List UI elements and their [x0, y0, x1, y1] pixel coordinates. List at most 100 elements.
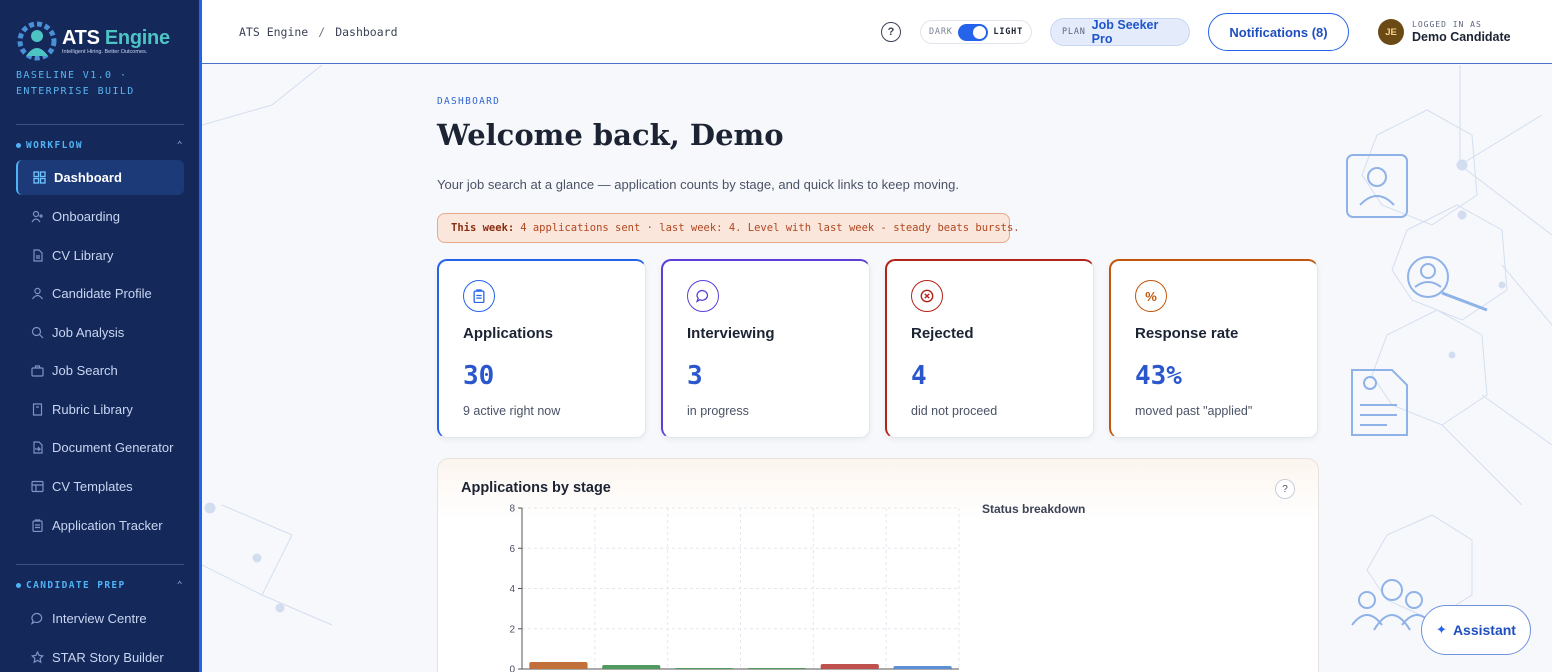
sidebar-item-star-story-builder[interactable]: STAR Story Builder: [16, 640, 184, 672]
section-workflow[interactable]: WORKFLOW ⌃: [16, 140, 184, 151]
chart-ytick-label: 0: [509, 665, 515, 672]
help-icon[interactable]: ?: [881, 22, 901, 42]
stat-value: 43%: [1135, 361, 1182, 391]
plan-badge[interactable]: PLAN Job Seeker Pro: [1050, 18, 1190, 46]
breadcrumb-root[interactable]: ATS Engine: [239, 25, 308, 39]
stat-card-applications[interactable]: Applications 30 9 active right now: [437, 259, 646, 438]
brand-logo[interactable]: ATS Engine Intelligent Hiring. Better Ou…: [16, 20, 170, 62]
sparkle-icon: ✦: [1436, 622, 1447, 637]
page-title: Welcome back, Demo: [437, 118, 784, 152]
assistant-label: Assistant: [1452, 622, 1516, 638]
sidebar-item-label: STAR Story Builder: [52, 650, 164, 665]
user-name: Demo Candidate: [1412, 30, 1511, 44]
sidebar-item-onboarding[interactable]: Onboarding: [16, 199, 184, 234]
user-icon: [30, 287, 44, 301]
chart-bar: [820, 663, 879, 669]
sidebar: ATS Engine Intelligent Hiring. Better Ou…: [0, 0, 202, 672]
panel-title: Applications by stage: [461, 480, 611, 496]
chevron-up-icon[interactable]: ⌃: [177, 140, 184, 151]
sidebar-item-label: Onboarding: [52, 209, 120, 224]
stat-title: Applications: [463, 325, 554, 342]
user-caption: LOGGED IN AS: [1412, 20, 1482, 29]
status-breakdown-title: Status breakdown: [982, 502, 1086, 516]
weekly-summary-banner: This week: 4 applications sent · last wee…: [437, 213, 1020, 243]
breadcrumb-separator: /: [318, 25, 326, 39]
chart-bar: [674, 667, 734, 669]
section-candidate-prep[interactable]: CANDIDATE PREP ⌃: [16, 580, 184, 591]
sidebar-item-cv-templates[interactable]: CV Templates: [16, 469, 184, 504]
help-icon[interactable]: ?: [1275, 479, 1295, 499]
star-icon: [30, 651, 44, 665]
assistant-button[interactable]: ✦ Assistant: [1421, 605, 1531, 655]
sidebar-item-rubric-library[interactable]: Rubric Library: [16, 392, 184, 427]
stat-value: 3: [687, 361, 703, 391]
template-icon: [30, 480, 44, 494]
top-header: ATS Engine / Dashboard ? DARK LIGHT PLAN J…: [202, 0, 1552, 64]
stat-subtitle: did not proceed: [911, 404, 998, 418]
sidebar-item-label: CV Library: [52, 248, 114, 263]
sidebar-item-interview-centre[interactable]: Interview Centre: [16, 601, 184, 636]
file-icon: [30, 249, 44, 263]
stat-title: Interviewing: [687, 325, 775, 342]
sidebar-item-label: Interview Centre: [52, 611, 147, 626]
stat-card-response-rate[interactable]: % Response rate 43% moved past "applied": [1109, 259, 1318, 438]
sidebar-item-label: Document Generator: [52, 440, 174, 455]
gear-person-icon: [17, 21, 57, 61]
search-icon: [30, 326, 44, 340]
clipboard-icon: [463, 280, 495, 312]
section-dot: [16, 143, 21, 148]
stat-subtitle: 9 active right now: [463, 404, 561, 418]
briefcase-icon: [30, 364, 44, 378]
avatar: JE: [1378, 19, 1404, 45]
sidebar-item-application-tracker[interactable]: Application Tracker: [16, 508, 184, 543]
plan-label: PLAN: [1062, 27, 1086, 37]
theme-dark-label: DARK: [929, 27, 953, 37]
sidebar-item-label: Job Analysis: [52, 325, 125, 340]
percent-icon: %: [1135, 280, 1167, 312]
section-title: CANDIDATE PREP: [26, 580, 126, 591]
breadcrumb-current: Dashboard: [335, 25, 398, 39]
section-dot: [16, 583, 21, 588]
grid-icon: [32, 171, 46, 185]
book-icon: [30, 403, 44, 417]
applications-by-stage-chart: 0 2 4 6 8: [509, 504, 960, 672]
stat-subtitle: moved past "applied": [1135, 404, 1253, 418]
sidebar-divider: [16, 124, 184, 125]
sidebar-item-dashboard[interactable]: Dashboard: [16, 160, 184, 195]
sidebar-item-candidate-profile[interactable]: Candidate Profile: [16, 276, 184, 311]
chart-ytick-label: 8: [509, 504, 515, 515]
user-menu[interactable]: JE LOGGED IN AS Demo Candidate: [1378, 19, 1511, 45]
brand-name: ATS Engine: [62, 27, 170, 49]
stat-card-rejected[interactable]: Rejected 4 did not proceed: [885, 259, 1094, 438]
chart-bar: [602, 664, 661, 669]
chevron-up-icon[interactable]: ⌃: [177, 580, 184, 591]
theme-switch[interactable]: [957, 23, 989, 41]
stat-title: Response rate: [1135, 325, 1239, 342]
week-text: 4 applications sent · last week: 4. Leve…: [520, 222, 1020, 234]
theme-toggle[interactable]: DARK LIGHT: [920, 20, 1032, 44]
theme-light-label: LIGHT: [993, 27, 1023, 37]
stat-title: Rejected: [911, 325, 974, 342]
sidebar-item-label: CV Templates: [52, 479, 133, 494]
stat-card-interviewing[interactable]: Interviewing 3 in progress: [661, 259, 870, 438]
chat-icon: [30, 612, 44, 626]
sidebar-item-cv-library[interactable]: CV Library: [16, 238, 184, 273]
page-eyebrow: DASHBOARD: [437, 96, 501, 107]
sidebar-item-document-generator[interactable]: Document Generator: [16, 430, 184, 465]
sidebar-item-label: Candidate Profile: [52, 286, 152, 301]
chart-bar: [529, 661, 588, 669]
chat-icon: [687, 280, 719, 312]
sidebar-item-job-search[interactable]: Job Search: [16, 353, 184, 388]
chart-ytick-label: 4: [509, 584, 515, 595]
build-label: BASELINE V1.0 · ENTERPRISE BUILD: [16, 70, 135, 97]
stat-value: 30: [463, 361, 495, 391]
sidebar-item-job-analysis[interactable]: Job Analysis: [16, 315, 184, 350]
clipboard-icon: [30, 519, 44, 533]
sidebar-item-label: Dashboard: [54, 170, 122, 185]
chart-ytick-label: 2: [509, 624, 515, 635]
breadcrumb: ATS Engine / Dashboard: [239, 25, 398, 39]
chart-ytick-label: 6: [509, 544, 515, 555]
chart-bar: [747, 667, 807, 669]
notifications-button[interactable]: Notifications (8): [1208, 13, 1349, 51]
user-plus-icon: [30, 210, 44, 224]
